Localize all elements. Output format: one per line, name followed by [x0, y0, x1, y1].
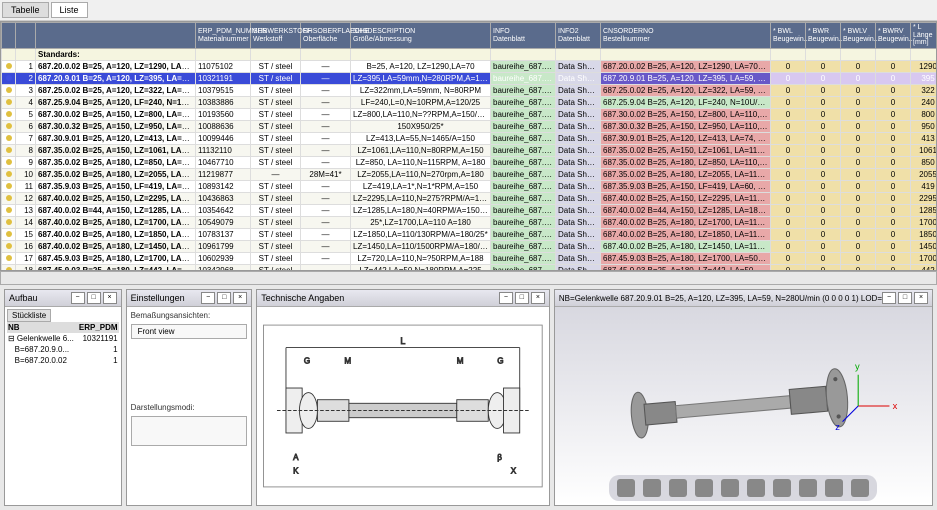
- panel-3d-viewer: NB=Gelenkwelle 687.20.9.01 B=25, A=120, …: [554, 289, 933, 506]
- tab-liste[interactable]: Liste: [51, 2, 88, 18]
- tool-icon[interactable]: [669, 479, 687, 497]
- col-shs: SHSDESCRIPTIONGröße/Abmessung: [351, 23, 491, 49]
- table-row[interactable]: 12687.40.0.02 B=25, A=150, LZ=2295, LA=1…: [2, 193, 937, 205]
- data-table: ERP_PDM_NUMMERMaterialnummer SHSWERKSTOF…: [1, 22, 937, 271]
- data-table-area[interactable]: ERP_PDM_NUMMERMaterialnummer SHSWERKSTOF…: [0, 21, 937, 271]
- tree-item[interactable]: B=687.20.9.0...1: [7, 344, 119, 355]
- svg-text:M: M: [345, 357, 352, 366]
- tool-icon[interactable]: [695, 479, 713, 497]
- maximize-icon[interactable]: □: [217, 292, 231, 304]
- front-view-option[interactable]: Front view: [131, 324, 248, 339]
- panel-aufbau: Aufbau −□× Stückliste NBERP_PDM ⊟ Gelenk…: [4, 289, 122, 506]
- technical-drawing[interactable]: L G M M G A β X K: [257, 307, 549, 505]
- col-bwrv: * BWRVBeugewin...: [876, 23, 911, 49]
- maximize-icon[interactable]: □: [515, 292, 529, 304]
- tool-icon[interactable]: [851, 479, 869, 497]
- tool-icon[interactable]: [799, 479, 817, 497]
- table-row[interactable]: 4687.25.9.04 B=25, A=120, LF=240, N=10U/…: [2, 97, 937, 109]
- svg-text:A: A: [293, 453, 299, 462]
- svg-text:y: y: [855, 362, 860, 372]
- tool-icon[interactable]: [773, 479, 791, 497]
- table-row[interactable]: 14687.40.0.02 B=25, A=180, LZ=1700, LA=1…: [2, 217, 937, 229]
- col-bwl: * BWLBeugewin...: [771, 23, 806, 49]
- maximize-icon[interactable]: □: [898, 292, 912, 304]
- table-row[interactable]: 9687.35.0.02 B=25, A=180, LZ=850, LA=110…: [2, 157, 937, 169]
- table-row[interactable]: 13687.40.0.02 B=44, A=150, LZ=1285, LA=1…: [2, 205, 937, 217]
- close-icon[interactable]: ×: [914, 292, 928, 304]
- 3d-viewport[interactable]: x y z: [555, 307, 932, 505]
- minimize-icon[interactable]: −: [499, 292, 513, 304]
- table-row[interactable]: 3687.25.0.02 B=25, A=120, LZ=322, LA=59,…: [2, 85, 937, 97]
- bottom-panels: Aufbau −□× Stückliste NBERP_PDM ⊟ Gelenk…: [0, 285, 937, 510]
- col-ob: SHSOBERFLAECHEOberfläche: [301, 23, 351, 49]
- tree-item[interactable]: ⊟ Gelenkwelle 6...10321191: [7, 333, 119, 344]
- tool-icon[interactable]: [747, 479, 765, 497]
- maximize-icon[interactable]: □: [87, 292, 101, 304]
- panel-einstellungen: Einstellungen −□× Bemaßungsansichten: Fr…: [126, 289, 253, 506]
- svg-text:β: β: [497, 453, 502, 462]
- top-tabs: Tabelle Liste: [0, 0, 937, 21]
- close-icon[interactable]: ×: [103, 292, 117, 304]
- viewer-toolbar: [609, 475, 877, 501]
- tool-icon[interactable]: [721, 479, 739, 497]
- horizontal-scrollbar[interactable]: [0, 271, 937, 285]
- tab-tabelle[interactable]: Tabelle: [2, 2, 49, 18]
- table-row[interactable]: 17687.45.9.03 B=25, A=180, LZ=1700, LA=5…: [2, 253, 937, 265]
- table-row[interactable]: 15687.40.0.02 B=25, A=180, LZ=1850, LA=1…: [2, 229, 937, 241]
- close-icon[interactable]: ×: [531, 292, 545, 304]
- table-row[interactable]: 6687.30.0.32 B=25, A=150, LZ=950, LA=110…: [2, 121, 937, 133]
- subtab-stueckliste[interactable]: Stückliste: [7, 309, 51, 322]
- table-row[interactable]: 16687.40.0.02 B=25, A=180, LZ=1450, LA=1…: [2, 241, 937, 253]
- table-row[interactable]: 11687.35.9.03 B=25, A=150, LF=419, LA=60…: [2, 181, 937, 193]
- table-row[interactable]: 1687.20.0.02 B=25, A=120, LZ=1290, LA=70…: [2, 61, 937, 73]
- minimize-icon[interactable]: −: [201, 292, 215, 304]
- svg-text:x: x: [892, 401, 897, 411]
- tool-icon[interactable]: [825, 479, 843, 497]
- col-info: INFODatenblatt: [491, 23, 556, 49]
- svg-text:X: X: [511, 466, 517, 475]
- col-info2: INFO2Datenblatt: [556, 23, 601, 49]
- svg-text:z: z: [835, 422, 840, 432]
- table-row[interactable]: 10687.35.0.02 B=25, A=180, LZ=2055, LA=1…: [2, 169, 937, 181]
- col-ws: SHSWERKSTOFFWerkstoff: [251, 23, 301, 49]
- svg-text:M: M: [457, 357, 464, 366]
- col-bwlv: * BWLVBeugewin...: [841, 23, 876, 49]
- table-row[interactable]: 7687.30.9.01 B=25, A=120, LZ=413, LA=74,…: [2, 133, 937, 145]
- col-bwr: * BWRBeugewin...: [806, 23, 841, 49]
- table-row[interactable]: 8687.35.0.02 B=25, A=150, LZ=1061, LA=11…: [2, 145, 937, 157]
- table-row[interactable]: 2687.20.9.01 B=25, A=120, LZ=395, LA=59,…: [2, 73, 937, 85]
- minimize-icon[interactable]: −: [882, 292, 896, 304]
- svg-text:G: G: [304, 357, 310, 366]
- svg-text:L: L: [401, 336, 406, 346]
- minimize-icon[interactable]: −: [71, 292, 85, 304]
- tool-icon[interactable]: [643, 479, 661, 497]
- col-cns: CNSORDERNOBestellnummer: [601, 23, 771, 49]
- panel-technische-angaben: Technische Angaben −□× L G M M G: [256, 289, 550, 506]
- tree-item[interactable]: B=687.20.0.021: [7, 355, 119, 366]
- close-icon[interactable]: ×: [233, 292, 247, 304]
- display-mode-preview[interactable]: [131, 416, 248, 446]
- col-erp: ERP_PDM_NUMMERMaterialnummer: [196, 23, 251, 49]
- svg-text:G: G: [497, 357, 503, 366]
- table-row[interactable]: 5687.30.0.02 B=25, A=150, LZ=800, LA=110…: [2, 109, 937, 121]
- col-l: * LLänge [mm]: [911, 23, 937, 49]
- svg-text:K: K: [293, 466, 299, 475]
- tool-icon[interactable]: [617, 479, 635, 497]
